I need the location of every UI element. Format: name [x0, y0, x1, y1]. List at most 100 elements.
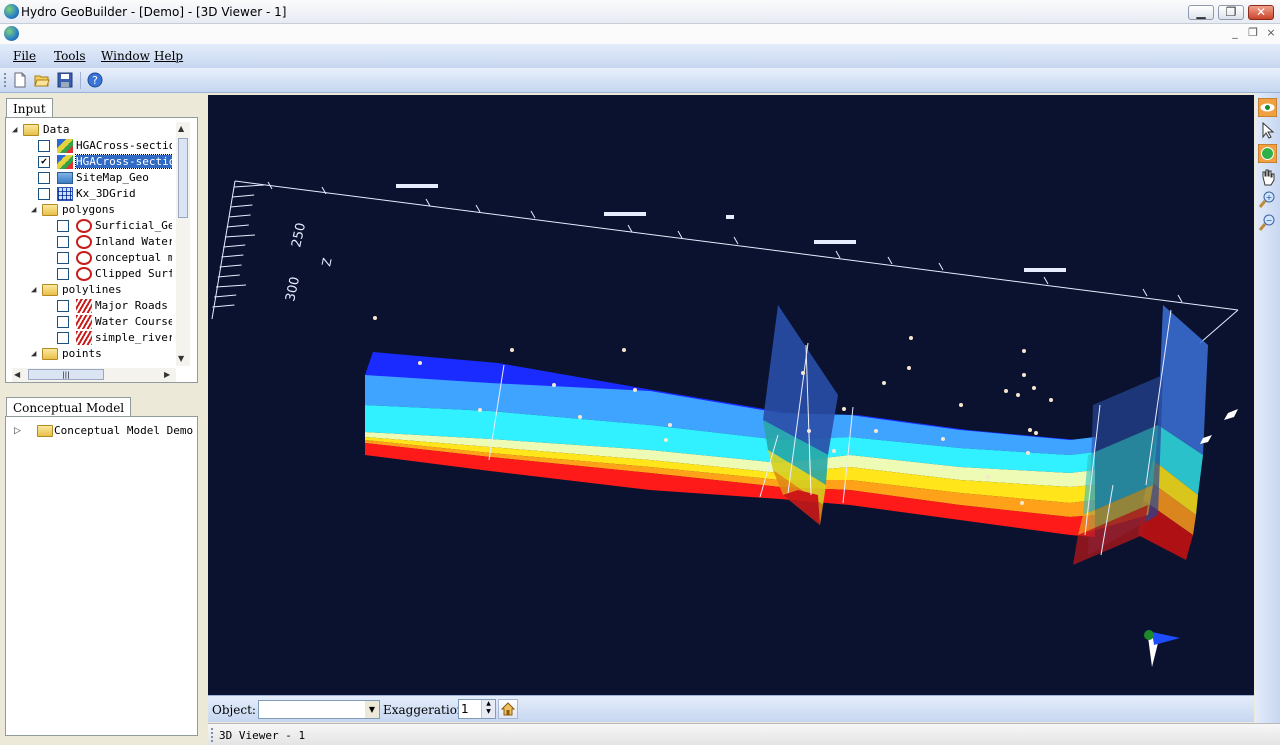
open-folder-icon[interactable] [34, 72, 50, 88]
close-button[interactable]: ✕ [1248, 5, 1274, 20]
layer-checkbox[interactable] [38, 140, 50, 152]
scroll-down-arrow-icon[interactable]: ▼ [178, 354, 184, 363]
folder-icon [37, 425, 53, 437]
layer-checkbox[interactable]: ✔ [38, 156, 50, 168]
polygon-icon [76, 267, 92, 281]
menu-bar: File Tools Window Help [0, 44, 1280, 68]
input-tree: ◢ Data HGACross-sections ✔ HGACross-sections… [12, 122, 172, 366]
conceptual-panel: ▷ Conceptual Model Demo [5, 416, 198, 736]
layer-checkbox[interactable] [57, 332, 69, 344]
tree-item-polygons[interactable]: ◢ polygons [12, 202, 172, 218]
home-view-button[interactable] [498, 699, 518, 719]
input-horizontal-scrollbar[interactable]: ◀ ||| ▶ [12, 368, 176, 382]
layer-checkbox[interactable] [57, 252, 69, 264]
tree-item-label: Major Roads [95, 299, 168, 312]
tree-item-label: Data [43, 123, 70, 136]
vertical-scroll-thumb[interactable] [178, 138, 188, 218]
cross-section-layer-icon [57, 155, 73, 169]
tree-item-simple-river[interactable]: simple_river [12, 330, 172, 346]
document-globe-icon[interactable] [4, 26, 19, 41]
tab-conceptual-model[interactable]: Conceptual Model [6, 397, 132, 417]
exaggeration-stepper[interactable]: 1 ▲ ▼ [458, 699, 496, 719]
horizontal-scroll-thumb[interactable]: ||| [28, 369, 104, 380]
stepper-arrows-icon[interactable]: ▲ ▼ [481, 700, 495, 718]
exaggeration-value[interactable]: 1 [461, 702, 469, 716]
tree-item-label: simple_river [95, 331, 172, 344]
scroll-up-arrow-icon[interactable]: ▲ [178, 124, 184, 133]
zoom-out-icon[interactable]: − [1258, 213, 1277, 232]
expand-collapse-icon[interactable]: ◢ [12, 125, 17, 135]
expand-collapse-icon[interactable]: ◢ [31, 205, 36, 215]
help-icon[interactable]: ? [87, 72, 103, 88]
tree-item-label: points [62, 347, 102, 360]
expand-icon[interactable]: ▷ [14, 426, 21, 436]
layer-checkbox[interactable] [57, 316, 69, 328]
tree-item-label: HGACross-sections [75, 154, 172, 169]
eye-view-icon[interactable] [1258, 98, 1277, 117]
tree-item-water-courses[interactable]: Water Courses [12, 314, 172, 330]
rotate-icon[interactable] [1258, 144, 1277, 163]
svg-text:+: + [1266, 193, 1273, 202]
conceptual-model-demo-row[interactable]: ▷ Conceptual Model Demo [14, 423, 194, 439]
minimize-button[interactable]: ▁ [1188, 5, 1214, 20]
tree-item-major-roads[interactable]: Major Roads [12, 298, 172, 314]
mdi-close-button[interactable]: × [1263, 26, 1279, 40]
tree-item-clipped-surfic[interactable]: Clipped Surfic [12, 266, 172, 282]
tree-item-data[interactable]: ◢ Data [12, 122, 172, 138]
menu-tools[interactable]: Tools [54, 49, 86, 63]
chevron-down-icon[interactable]: ▼ [365, 701, 379, 718]
tree-item-label: Surficial_Geol [95, 219, 172, 232]
input-vertical-scrollbar[interactable]: ▲ ▼ [176, 122, 190, 366]
scroll-right-arrow-icon[interactable]: ▶ [164, 370, 170, 379]
bbox-left-edge [211, 180, 236, 320]
cross-section-layer-icon [57, 139, 73, 153]
tree-item-kx-3dgrid[interactable]: Kx_3DGrid [12, 186, 172, 202]
menu-window[interactable]: Window [101, 49, 150, 63]
geological-layers [365, 352, 1103, 537]
window-titlebar: Hydro GeoBuilder - [Demo] - [3D Viewer -… [0, 0, 1280, 24]
zoom-in-icon[interactable]: + [1258, 190, 1277, 209]
new-file-icon[interactable] [12, 72, 28, 88]
tab-input[interactable]: Input [6, 98, 53, 118]
pointer-icon[interactable] [1258, 121, 1277, 140]
layer-checkbox[interactable] [38, 188, 50, 200]
layer-checkbox[interactable] [57, 268, 69, 280]
bounding-box [211, 180, 1239, 344]
3d-scene[interactable]: 250 300 Z [208, 95, 1254, 695]
pan-hand-icon[interactable] [1258, 167, 1277, 186]
scroll-left-arrow-icon[interactable]: ◀ [14, 370, 20, 379]
toolbar-grip[interactable] [4, 73, 6, 87]
tree-item-conceptual-mod[interactable]: conceptual mod [12, 250, 172, 266]
expand-collapse-icon[interactable]: ◢ [31, 349, 36, 359]
marker-shapes [1200, 409, 1238, 444]
tree-item-label: polylines [62, 283, 122, 296]
right-cross-section [1073, 305, 1208, 565]
3d-grid-icon [57, 187, 73, 201]
bbox-ticks [212, 181, 1183, 308]
object-select[interactable]: ▼ [258, 700, 380, 719]
layer-checkbox[interactable] [38, 172, 50, 184]
axis-numeric-labels [396, 184, 1066, 272]
tree-item-hgacross-sections[interactable]: ✔ HGACross-sections [12, 154, 172, 170]
tree-item-surficial-geol[interactable]: Surficial_Geol [12, 218, 172, 234]
save-icon[interactable] [57, 72, 73, 88]
tree-item-hgacross-sections[interactable]: HGACross-sections [12, 138, 172, 154]
folder-icon [42, 348, 58, 360]
layer-checkbox[interactable] [57, 300, 69, 312]
menu-help[interactable]: Help [154, 49, 183, 63]
mdi-restore-button[interactable]: ❐ [1245, 26, 1261, 40]
exaggeration-label: Exaggeration [383, 703, 465, 717]
tree-item-sitemap-geo[interactable]: SiteMap_Geo [12, 170, 172, 186]
layer-checkbox[interactable] [57, 236, 69, 248]
expand-collapse-icon[interactable]: ◢ [31, 285, 36, 295]
svg-text:−: − [1266, 216, 1273, 225]
tree-item-points[interactable]: ◢ points [12, 346, 172, 362]
app-globe-icon [4, 4, 19, 19]
menu-file[interactable]: File [13, 49, 36, 63]
mdi-minimize-button[interactable]: _ [1227, 26, 1243, 40]
tree-item-inland-water-b[interactable]: Inland Water B [12, 234, 172, 250]
layer-checkbox[interactable] [57, 220, 69, 232]
3d-viewer[interactable]: 250 300 Z [208, 95, 1254, 695]
tree-item-polylines[interactable]: ◢ polylines [12, 282, 172, 298]
maximize-button[interactable]: ❐ [1218, 5, 1244, 20]
